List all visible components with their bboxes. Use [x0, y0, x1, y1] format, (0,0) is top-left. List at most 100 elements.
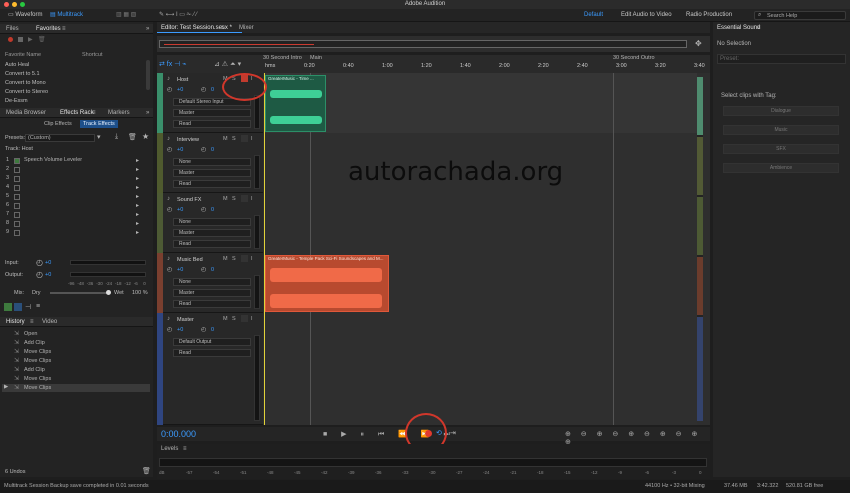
volume-knob-icon[interactable]: ◴: [167, 146, 172, 153]
history-item[interactable]: ⇲ Move Clips: [2, 348, 150, 356]
panel-expand-icon[interactable]: »: [146, 110, 149, 116]
music-bed-clip[interactable]: GreaterMusic - Temple Pack Sci-Fi Sounds…: [265, 255, 389, 312]
record-arm-button[interactable]: [241, 195, 248, 202]
overview-range[interactable]: [159, 40, 687, 48]
monitor-input-button[interactable]: I: [251, 256, 253, 262]
pan-value[interactable]: 0: [211, 267, 214, 273]
slot-arrow-icon[interactable]: ▸: [136, 175, 139, 182]
preset-select[interactable]: Preset:: [717, 54, 846, 64]
track-output-select[interactable]: Master: [173, 289, 251, 297]
pan-value[interactable]: 0: [211, 327, 214, 333]
record-arm-button[interactable]: [241, 315, 248, 322]
tab-files[interactable]: Files: [6, 26, 19, 32]
monitor-input-button[interactable]: I: [251, 136, 253, 142]
slot-power-icon[interactable]: [14, 221, 20, 227]
automation-mode-select[interactable]: Read: [173, 180, 251, 188]
play-icon[interactable]: ▶: [28, 36, 33, 43]
delete-history-icon[interactable]: 🗑: [142, 467, 151, 475]
slot-arrow-icon[interactable]: ▸: [136, 202, 139, 209]
history-item[interactable]: ⇲ Add Clip: [2, 339, 150, 347]
panel-menu-icon[interactable]: ≡: [757, 25, 761, 31]
mix-percent[interactable]: 100 %: [132, 290, 148, 296]
close-window-icon[interactable]: [4, 2, 9, 7]
record-arm-button[interactable]: [241, 135, 248, 142]
track-name[interactable]: Host: [177, 77, 188, 83]
mix-slider-handle[interactable]: [106, 290, 111, 295]
history-item[interactable]: ⇲ Move Clips: [2, 357, 150, 365]
output-knob-icon[interactable]: ◴: [36, 270, 43, 279]
track-lane[interactable]: [264, 193, 697, 253]
automation-mode-select[interactable]: Read: [173, 349, 251, 357]
track-output-select[interactable]: Default Output: [173, 338, 251, 346]
vertical-scrollbar[interactable]: [697, 77, 703, 421]
fx-menu-icon[interactable]: ≡: [36, 303, 40, 310]
volume-value[interactable]: +0: [177, 267, 183, 273]
favorite-star-icon[interactable]: ★: [142, 132, 149, 141]
timeline-ruler[interactable]: ⇄ fx ⊣ ⌁ ⊿ ⚠ ⏶ ▾ 30 Second Intro Main 30 S…: [157, 55, 710, 73]
delete-preset-icon[interactable]: 🗑: [128, 133, 137, 141]
track-input-select[interactable]: None: [173, 278, 251, 286]
effect-slot[interactable]: Speech Volume Leveler: [24, 157, 82, 163]
volume-knob-icon[interactable]: ◴: [167, 206, 172, 213]
track-input-select[interactable]: None: [173, 158, 251, 166]
mute-button[interactable]: M: [223, 136, 228, 142]
sfx-button[interactable]: SFX: [723, 144, 839, 154]
history-item[interactable]: ⇲ Open: [2, 330, 150, 338]
solo-button[interactable]: S: [232, 136, 236, 142]
slot-arrow-icon[interactable]: ▸: [136, 193, 139, 200]
pan-knob-icon[interactable]: ◴: [201, 86, 206, 93]
track-output-select[interactable]: Master: [173, 169, 251, 177]
volume-value[interactable]: +0: [177, 207, 183, 213]
slot-power-icon[interactable]: [14, 167, 20, 173]
tab-effects-rack[interactable]: Effects Rack: [60, 110, 94, 116]
pan-knob-icon[interactable]: ◴: [201, 206, 206, 213]
panel-menu-icon[interactable]: ≡: [92, 110, 96, 116]
panel-expand-icon[interactable]: »: [146, 26, 149, 32]
track-lane[interactable]: [264, 313, 697, 425]
time-display[interactable]: 0:00.000: [161, 429, 196, 439]
panel-menu-icon[interactable]: ≡: [62, 26, 66, 32]
volume-knob-icon[interactable]: ◴: [167, 326, 172, 333]
track-output-select[interactable]: Master: [173, 109, 251, 117]
input-knob-icon[interactable]: ◴: [36, 258, 43, 267]
tab-clip-effects[interactable]: Clip Effects: [44, 121, 72, 127]
list-item[interactable]: De-Essm: [5, 98, 28, 104]
slot-arrow-icon[interactable]: ▸: [136, 157, 139, 164]
slot-power-icon[interactable]: [14, 158, 20, 164]
panel-menu-icon[interactable]: ≡: [183, 446, 187, 452]
multitrack-view-button[interactable]: ▤ Multitrack: [46, 11, 87, 20]
track-name[interactable]: Music Bed: [177, 257, 203, 263]
history-item[interactable]: ▶ ⇲ Move Clips: [2, 384, 150, 392]
presets-select[interactable]: (Custom): [25, 134, 95, 142]
list-item[interactable]: Convert to Stereo: [5, 89, 48, 95]
solo-button[interactable]: S: [232, 256, 236, 262]
list-view-icon[interactable]: [14, 303, 22, 311]
track-tools-icons[interactable]: ⊿ ⚠ ⏶ ▾: [214, 60, 241, 69]
pan-value[interactable]: 0: [211, 207, 214, 213]
dialogue-button[interactable]: Dialogue: [723, 106, 839, 116]
track-name[interactable]: Sound FX: [177, 197, 201, 203]
ambience-button[interactable]: Ambience: [723, 163, 839, 173]
track-output-select[interactable]: Master: [173, 229, 251, 237]
tab-markers[interactable]: Markers: [108, 110, 130, 116]
slot-power-icon[interactable]: [14, 176, 20, 182]
marker-label[interactable]: 30 Second Intro: [263, 55, 302, 61]
edit-tools-icons[interactable]: ✎ ⟷ I ▭ ✁ ⁄ ⁄: [155, 11, 201, 20]
zoom-navigator-icon[interactable]: ✥: [695, 39, 702, 48]
solo-button[interactable]: S: [232, 316, 236, 322]
automation-mode-select[interactable]: Read: [173, 300, 251, 308]
track-icon[interactable]: ⊣: [25, 303, 31, 311]
slot-arrow-icon[interactable]: ▸: [136, 184, 139, 191]
slot-power-icon[interactable]: [14, 194, 20, 200]
mute-button[interactable]: M: [223, 256, 228, 262]
session-overview[interactable]: ✥: [157, 36, 710, 52]
search-help-box[interactable]: ⌕ Search Help: [754, 11, 846, 20]
skip-icon[interactable]: ⇥: [450, 429, 456, 437]
scrollbar[interactable]: [146, 60, 150, 90]
tab-media-browser[interactable]: Media Browser: [6, 110, 46, 116]
track-input-select[interactable]: None: [173, 218, 251, 226]
input-value[interactable]: +0: [45, 260, 51, 266]
workspace-edit-audio-to-video[interactable]: Edit Audio to Video: [617, 11, 676, 20]
waveform-view-button[interactable]: ▭ Waveform: [4, 11, 46, 20]
volume-knob-icon[interactable]: ◴: [167, 86, 172, 93]
